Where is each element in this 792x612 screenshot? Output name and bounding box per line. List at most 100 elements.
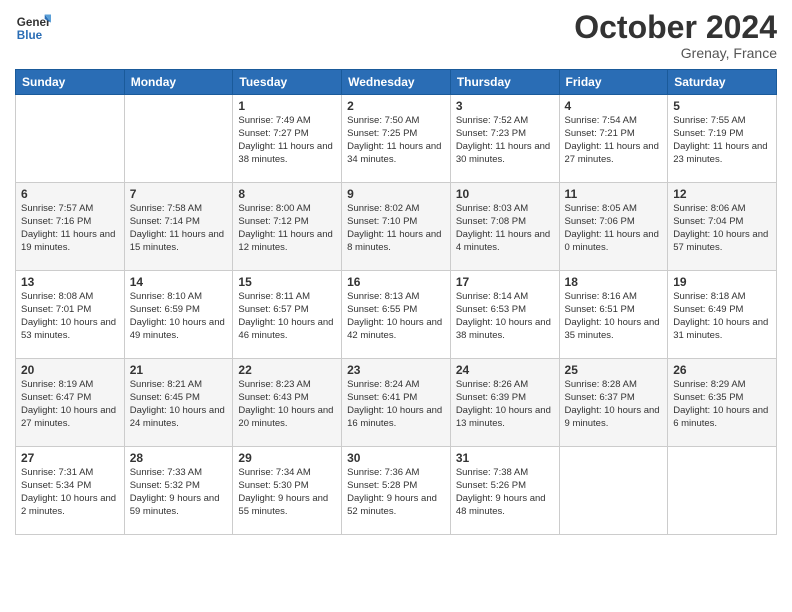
week-row: 27 Sunrise: 7:31 AM Sunset: 5:34 PM Dayli… bbox=[16, 447, 777, 535]
day-cell: 25 Sunrise: 8:28 AM Sunset: 6:37 PM Dayli… bbox=[559, 359, 668, 447]
day-info: Sunrise: 7:52 AM Sunset: 7:23 PM Dayligh… bbox=[456, 115, 554, 166]
day-cell bbox=[668, 447, 777, 535]
day-number: 24 bbox=[456, 363, 554, 377]
day-cell: 2Sunrise: 7:50 AM Sunset: 7:25 PM Daylig… bbox=[342, 95, 451, 183]
day-info: Sunrise: 8:03 AM Sunset: 7:08 PM Dayligh… bbox=[456, 203, 554, 254]
day-info: Sunrise: 8:13 AM Sunset: 6:55 PM Dayligh… bbox=[347, 291, 445, 342]
day-cell: 12Sunrise: 8:06 AM Sunset: 7:04 PM Dayli… bbox=[668, 183, 777, 271]
day-number: 31 bbox=[456, 451, 554, 465]
day-number: 5 bbox=[673, 99, 771, 113]
day-info: Sunrise: 7:33 AM Sunset: 5:32 PM Dayligh… bbox=[130, 467, 228, 518]
day-cell: 1Sunrise: 7:49 AM Sunset: 7:27 PM Daylig… bbox=[233, 95, 342, 183]
weekday-header-cell: Saturday bbox=[668, 70, 777, 95]
day-number: 11 bbox=[565, 187, 663, 201]
day-info: Sunrise: 7:36 AM Sunset: 5:28 PM Dayligh… bbox=[347, 467, 445, 518]
day-cell: 30 Sunrise: 7:36 AM Sunset: 5:28 PM Dayli… bbox=[342, 447, 451, 535]
weekday-header-cell: Friday bbox=[559, 70, 668, 95]
day-info: Sunrise: 8:05 AM Sunset: 7:06 PM Dayligh… bbox=[565, 203, 663, 254]
weekday-header-cell: Tuesday bbox=[233, 70, 342, 95]
day-number: 10 bbox=[456, 187, 554, 201]
day-number: 19 bbox=[673, 275, 771, 289]
day-info: Sunrise: 8:14 AM Sunset: 6:53 PM Dayligh… bbox=[456, 291, 554, 342]
weekday-header-cell: Sunday bbox=[16, 70, 125, 95]
day-cell: 21Sunrise: 8:21 AM Sunset: 6:45 PM Dayli… bbox=[124, 359, 233, 447]
week-row: 20Sunrise: 8:19 AM Sunset: 6:47 PM Dayli… bbox=[16, 359, 777, 447]
day-info: Sunrise: 7:38 AM Sunset: 5:26 PM Dayligh… bbox=[456, 467, 554, 518]
day-number: 8 bbox=[238, 187, 336, 201]
day-cell: 20Sunrise: 8:19 AM Sunset: 6:47 PM Dayli… bbox=[16, 359, 125, 447]
weekday-header-cell: Wednesday bbox=[342, 70, 451, 95]
day-number: 7 bbox=[130, 187, 228, 201]
day-cell: 10 Sunrise: 8:03 AM Sunset: 7:08 PM Dayli… bbox=[450, 183, 559, 271]
day-info: Sunrise: 8:02 AM Sunset: 7:10 PM Dayligh… bbox=[347, 203, 445, 254]
day-info: Sunrise: 8:23 AM Sunset: 6:43 PM Dayligh… bbox=[238, 379, 336, 430]
day-cell: 31 Sunrise: 7:38 AM Sunset: 5:26 PM Dayli… bbox=[450, 447, 559, 535]
day-info: Sunrise: 7:31 AM Sunset: 5:34 PM Dayligh… bbox=[21, 467, 119, 518]
day-cell: 7Sunrise: 7:58 AM Sunset: 7:14 PM Daylig… bbox=[124, 183, 233, 271]
weekday-header-cell: Monday bbox=[124, 70, 233, 95]
day-number: 28 bbox=[130, 451, 228, 465]
day-info: Sunrise: 8:26 AM Sunset: 6:39 PM Dayligh… bbox=[456, 379, 554, 430]
day-cell: 14 Sunrise: 8:10 AM Sunset: 6:59 PM Dayli… bbox=[124, 271, 233, 359]
day-number: 27 bbox=[21, 451, 119, 465]
day-info: Sunrise: 8:29 AM Sunset: 6:35 PM Dayligh… bbox=[673, 379, 771, 430]
day-cell: 8 Sunrise: 8:00 AM Sunset: 7:12 PM Daylig… bbox=[233, 183, 342, 271]
day-info: Sunrise: 7:49 AM Sunset: 7:27 PM Dayligh… bbox=[238, 115, 336, 166]
day-number: 4 bbox=[565, 99, 663, 113]
day-cell: 17 Sunrise: 8:14 AM Sunset: 6:53 PM Dayli… bbox=[450, 271, 559, 359]
location: Grenay, France bbox=[574, 45, 777, 61]
day-number: 14 bbox=[130, 275, 228, 289]
day-cell: 9 Sunrise: 8:02 AM Sunset: 7:10 PM Daylig… bbox=[342, 183, 451, 271]
day-cell: 23 Sunrise: 8:24 AM Sunset: 6:41 PM Dayli… bbox=[342, 359, 451, 447]
day-cell: 16Sunrise: 8:13 AM Sunset: 6:55 PM Dayli… bbox=[342, 271, 451, 359]
day-number: 9 bbox=[347, 187, 445, 201]
day-cell: 29 Sunrise: 7:34 AM Sunset: 5:30 PM Dayli… bbox=[233, 447, 342, 535]
day-info: Sunrise: 8:11 AM Sunset: 6:57 PM Dayligh… bbox=[238, 291, 336, 342]
day-cell: 11 Sunrise: 8:05 AM Sunset: 7:06 PM Dayli… bbox=[559, 183, 668, 271]
weekday-header-cell: Thursday bbox=[450, 70, 559, 95]
day-cell: 27 Sunrise: 7:31 AM Sunset: 5:34 PM Dayli… bbox=[16, 447, 125, 535]
day-cell bbox=[16, 95, 125, 183]
day-number: 22 bbox=[238, 363, 336, 377]
day-number: 20 bbox=[21, 363, 119, 377]
title-block: October 2024 Grenay, France bbox=[574, 10, 777, 61]
logo: GeneralBlue bbox=[15, 10, 51, 46]
day-info: Sunrise: 7:57 AM Sunset: 7:16 PM Dayligh… bbox=[21, 203, 119, 254]
day-cell: 19 Sunrise: 8:18 AM Sunset: 6:49 PM Dayli… bbox=[668, 271, 777, 359]
day-info: Sunrise: 8:21 AM Sunset: 6:45 PM Dayligh… bbox=[130, 379, 228, 430]
day-cell: 24 Sunrise: 8:26 AM Sunset: 6:39 PM Dayli… bbox=[450, 359, 559, 447]
day-number: 3 bbox=[456, 99, 554, 113]
day-number: 15 bbox=[238, 275, 336, 289]
day-info: Sunrise: 8:00 AM Sunset: 7:12 PM Dayligh… bbox=[238, 203, 336, 254]
day-number: 23 bbox=[347, 363, 445, 377]
day-number: 26 bbox=[673, 363, 771, 377]
calendar-body: 1Sunrise: 7:49 AM Sunset: 7:27 PM Daylig… bbox=[16, 95, 777, 535]
logo-icon: GeneralBlue bbox=[15, 10, 51, 46]
day-info: Sunrise: 8:06 AM Sunset: 7:04 PM Dayligh… bbox=[673, 203, 771, 254]
day-info: Sunrise: 8:08 AM Sunset: 7:01 PM Dayligh… bbox=[21, 291, 119, 342]
day-cell: 5 Sunrise: 7:55 AM Sunset: 7:19 PM Daylig… bbox=[668, 95, 777, 183]
page: GeneralBlue October 2024 Grenay, France … bbox=[0, 0, 792, 612]
day-number: 30 bbox=[347, 451, 445, 465]
day-cell bbox=[559, 447, 668, 535]
day-number: 29 bbox=[238, 451, 336, 465]
day-info: Sunrise: 7:34 AM Sunset: 5:30 PM Dayligh… bbox=[238, 467, 336, 518]
day-cell: 22 Sunrise: 8:23 AM Sunset: 6:43 PM Dayli… bbox=[233, 359, 342, 447]
weekday-header-row: SundayMondayTuesdayWednesdayThursdayFrid… bbox=[16, 70, 777, 95]
day-info: Sunrise: 8:28 AM Sunset: 6:37 PM Dayligh… bbox=[565, 379, 663, 430]
day-cell bbox=[124, 95, 233, 183]
day-number: 17 bbox=[456, 275, 554, 289]
calendar-table: SundayMondayTuesdayWednesdayThursdayFrid… bbox=[15, 69, 777, 535]
day-info: Sunrise: 8:16 AM Sunset: 6:51 PM Dayligh… bbox=[565, 291, 663, 342]
day-cell: 26 Sunrise: 8:29 AM Sunset: 6:35 PM Dayli… bbox=[668, 359, 777, 447]
day-info: Sunrise: 7:54 AM Sunset: 7:21 PM Dayligh… bbox=[565, 115, 663, 166]
day-number: 13 bbox=[21, 275, 119, 289]
day-info: Sunrise: 8:24 AM Sunset: 6:41 PM Dayligh… bbox=[347, 379, 445, 430]
day-info: Sunrise: 7:55 AM Sunset: 7:19 PM Dayligh… bbox=[673, 115, 771, 166]
day-cell: 28 Sunrise: 7:33 AM Sunset: 5:32 PM Dayli… bbox=[124, 447, 233, 535]
svg-text:Blue: Blue bbox=[17, 29, 43, 42]
day-info: Sunrise: 8:10 AM Sunset: 6:59 PM Dayligh… bbox=[130, 291, 228, 342]
day-cell: 6Sunrise: 7:57 AM Sunset: 7:16 PM Daylig… bbox=[16, 183, 125, 271]
day-info: Sunrise: 8:18 AM Sunset: 6:49 PM Dayligh… bbox=[673, 291, 771, 342]
day-number: 25 bbox=[565, 363, 663, 377]
